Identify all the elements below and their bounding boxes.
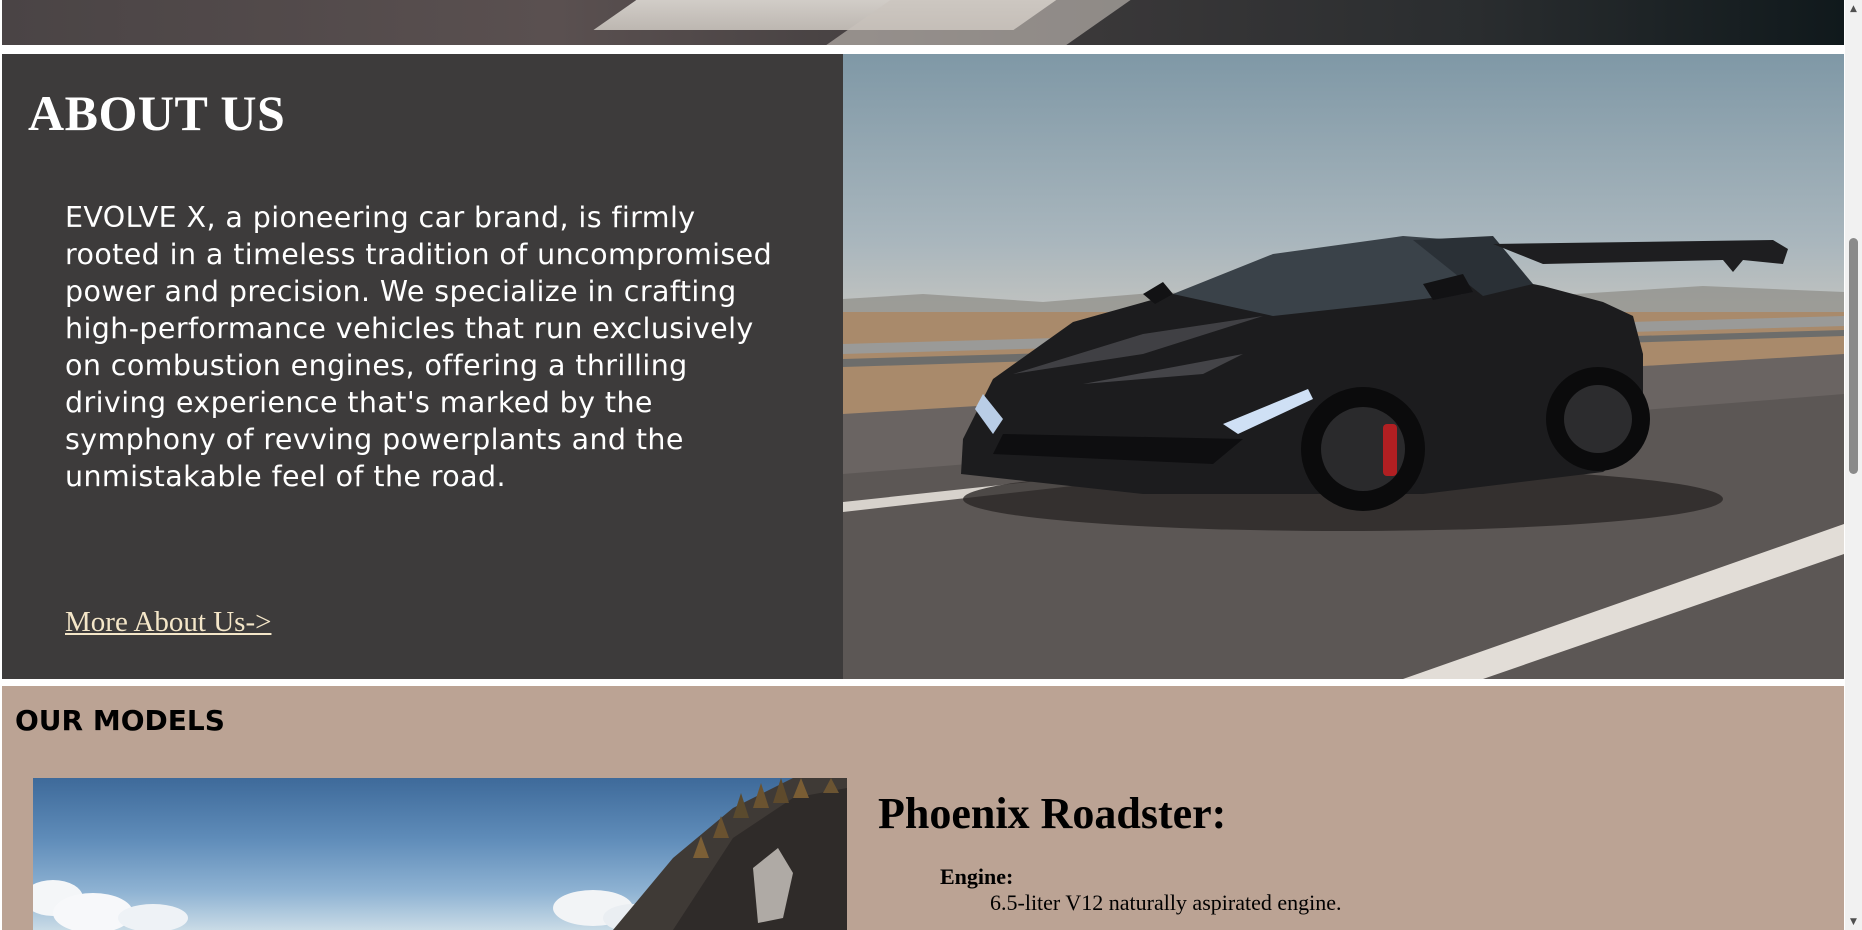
models-section: OUR MODELS Phoenix Roadster: Engine: 6.5… — [2, 686, 1844, 930]
about-car-image — [843, 54, 1844, 679]
about-section: ABOUT US EVOLVE X, a pioneering car bran… — [2, 54, 1844, 679]
hero-image-bottom-edge — [2, 0, 1844, 45]
scroll-up-arrow-icon[interactable]: ▲ — [1845, 0, 1862, 17]
engine-spec-label: Engine: — [940, 864, 1014, 889]
model-image — [33, 778, 847, 930]
about-description: EVOLVE X, a pioneering car brand, is fir… — [65, 201, 773, 493]
model-name: Phoenix Roadster: — [878, 789, 1227, 838]
more-about-us-link[interactable]: More About Us-> — [65, 606, 271, 639]
scroll-down-arrow-icon[interactable]: ▼ — [1845, 913, 1862, 930]
about-text-panel: ABOUT US EVOLVE X, a pioneering car bran… — [2, 54, 843, 679]
about-title: ABOUT US — [28, 85, 286, 141]
models-title: OUR MODELS — [15, 704, 225, 737]
engine-spec-value: 6.5-liter V12 naturally aspirated engine… — [990, 890, 1342, 915]
scrollbar-thumb[interactable] — [1849, 238, 1858, 474]
vertical-scrollbar[interactable]: ▲ ▼ — [1845, 0, 1862, 930]
